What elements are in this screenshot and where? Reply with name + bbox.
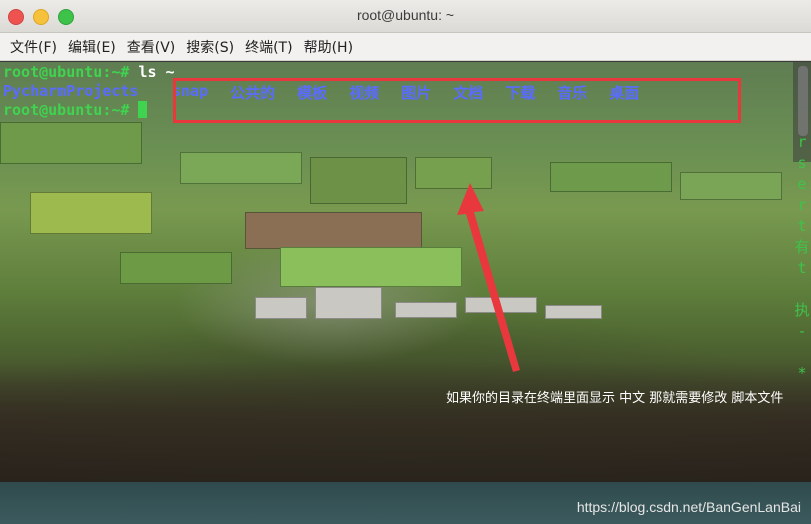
overflow-text-column: r s e r t 有 t 执 - * <box>794 133 810 382</box>
landscape-field <box>280 247 462 287</box>
menu-bar: 文件(F) 编辑(E) 查看(V) 搜索(S) 终端(T) 帮助(H) <box>0 33 811 61</box>
landscape-field <box>245 212 422 249</box>
landscape-field <box>30 192 152 234</box>
command-text: ls ~ <box>129 63 175 81</box>
scrollbar-thumb[interactable] <box>798 66 808 136</box>
terminal-line-1: root@ubuntu:~# ls ~ <box>3 63 175 82</box>
terminal-area[interactable]: r s e r t 有 t 执 - * root@ubuntu:~# ls ~ … <box>0 62 811 524</box>
landscape-field <box>550 162 672 192</box>
menu-view[interactable]: 查看(V) <box>127 37 176 57</box>
text-cursor <box>138 101 148 118</box>
menu-edit[interactable]: 编辑(E) <box>68 37 116 57</box>
terminal-line-3: root@ubuntu:~# <box>3 101 148 120</box>
landscape-field <box>0 122 142 164</box>
menu-search[interactable]: 搜索(S) <box>186 37 234 57</box>
prompt: root@ubuntu:~# <box>3 101 130 119</box>
menu-terminal[interactable]: 终端(T) <box>245 37 292 57</box>
watermark: https://blog.csdn.net/BanGenLanBai <box>576 499 801 515</box>
landscape-field <box>415 157 492 189</box>
menu-help[interactable]: 帮助(H) <box>304 37 353 57</box>
landscape-field <box>180 152 302 184</box>
directory-name: PycharmProjects <box>3 82 139 100</box>
terminal-line-2: PycharmProjects <box>3 82 138 101</box>
annotation-caption: 如果你的目录在终端里面显示 中文 那就需要修改 脚本文件 <box>446 391 784 406</box>
landscape-field <box>120 252 232 284</box>
title-bar: root@ubuntu: ~ <box>0 0 811 33</box>
farm-buildings <box>255 287 605 327</box>
menu-file[interactable]: 文件(F) <box>10 37 57 57</box>
landscape-field <box>310 157 407 204</box>
window-title: root@ubuntu: ~ <box>356 7 455 23</box>
annotation-highlight-box <box>173 78 741 123</box>
landscape-field <box>680 172 782 200</box>
prompt: root@ubuntu:~# <box>3 63 130 81</box>
